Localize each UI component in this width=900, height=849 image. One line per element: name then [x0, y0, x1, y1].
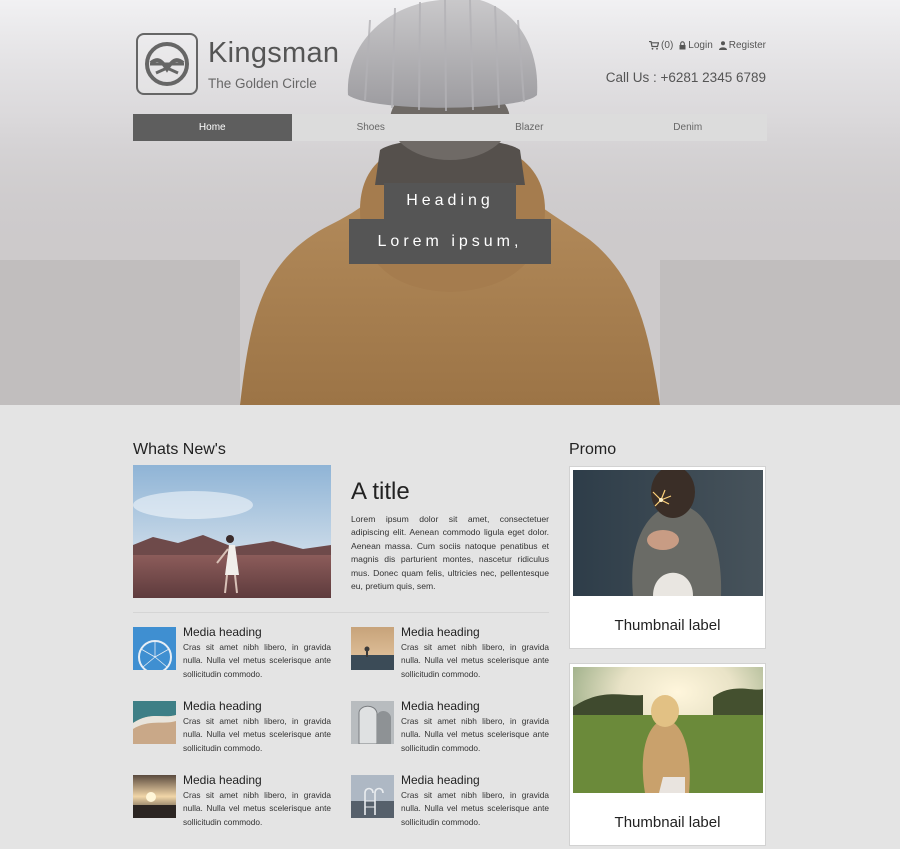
media-item[interactable]: Media heading Cras sit amet nibh libero,… [351, 773, 551, 835]
media-item[interactable]: Media heading Cras sit amet nibh libero,… [351, 625, 551, 687]
feature-image[interactable] [133, 465, 331, 598]
login-label: Login [688, 40, 713, 51]
promo-thumbnail-card[interactable]: Thumbnail label [569, 466, 766, 649]
brand-title: Kingsman [208, 37, 340, 69]
media-thumbnail[interactable] [351, 627, 394, 670]
promo-thumbnail-image[interactable] [573, 470, 763, 596]
media-body: Cras sit amet nibh libero, in gravida nu… [401, 642, 549, 679]
media-body: Cras sit amet nibh libero, in gravida nu… [183, 790, 331, 827]
media-heading: Media heading [401, 773, 480, 787]
media-thumbnail[interactable] [133, 701, 176, 744]
brand-subtitle: The Golden Circle [208, 76, 317, 91]
media-item[interactable]: Media heading Cras sit amet nibh libero,… [351, 699, 551, 761]
main-nav: Home Shoes Blazer Denim [133, 114, 767, 141]
divider [133, 612, 549, 613]
media-thumbnail[interactable] [351, 775, 394, 818]
cart-count: (0) [661, 40, 674, 51]
media-item[interactable]: Media heading Cras sit amet nibh libero,… [133, 625, 333, 687]
login-link[interactable]: Login [679, 40, 713, 51]
media-body: Cras sit amet nibh libero, in gravida nu… [183, 716, 331, 753]
nav-item-shoes[interactable]: Shoes [292, 114, 451, 141]
register-label: Register [728, 40, 766, 51]
media-body: Cras sit amet nibh libero, in gravida nu… [183, 642, 331, 679]
shopping-cart-icon [649, 41, 660, 50]
media-body: Cras sit amet nibh libero, in gravida nu… [401, 790, 549, 827]
media-thumbnail[interactable] [133, 775, 176, 818]
whats-new-title: Whats New's [133, 441, 226, 458]
media-heading: Media heading [401, 699, 480, 713]
feature-title: A title [351, 478, 410, 505]
thumbnail-label: Thumbnail label [614, 617, 721, 634]
lock-icon [679, 41, 686, 50]
media-item[interactable]: Media heading Cras sit amet nibh libero,… [133, 699, 333, 761]
media-heading: Media heading [183, 625, 262, 639]
call-us: Call Us : +6281 2345 6789 [605, 70, 766, 85]
promo-thumbnail-card[interactable]: Thumbnail label [569, 663, 766, 846]
nav-item-blazer[interactable]: Blazer [450, 114, 609, 141]
media-heading: Media heading [401, 625, 480, 639]
media-heading: Media heading [183, 699, 262, 713]
feature-body: Lorem ipsum dolor sit amet, consectetuer… [351, 514, 549, 592]
media-thumbnail[interactable] [351, 701, 394, 744]
top-links: (0) Login Register [649, 40, 766, 51]
cart-link[interactable]: (0) [649, 40, 673, 51]
hero-text: Lorem ipsum, [349, 219, 551, 264]
hero-heading: Heading [384, 183, 516, 219]
kingsman-logo-icon[interactable] [136, 33, 198, 95]
nav-item-denim[interactable]: Denim [609, 114, 768, 141]
media-thumbnail[interactable] [133, 627, 176, 670]
user-icon [718, 41, 727, 50]
media-body: Cras sit amet nibh libero, in gravida nu… [401, 716, 549, 753]
media-item[interactable]: Media heading Cras sit amet nibh libero,… [133, 773, 333, 835]
nav-item-home[interactable]: Home [133, 114, 292, 141]
promo-thumbnail-image[interactable] [573, 667, 763, 793]
thumbnail-label: Thumbnail label [614, 814, 721, 831]
promo-title: Promo [569, 441, 617, 458]
brand[interactable]: Kingsman The Golden Circle [136, 33, 339, 95]
hero-banner: Kingsman The Golden Circle (0) Login Reg… [0, 0, 900, 405]
media-heading: Media heading [183, 773, 262, 787]
register-link[interactable]: Register [718, 40, 766, 51]
